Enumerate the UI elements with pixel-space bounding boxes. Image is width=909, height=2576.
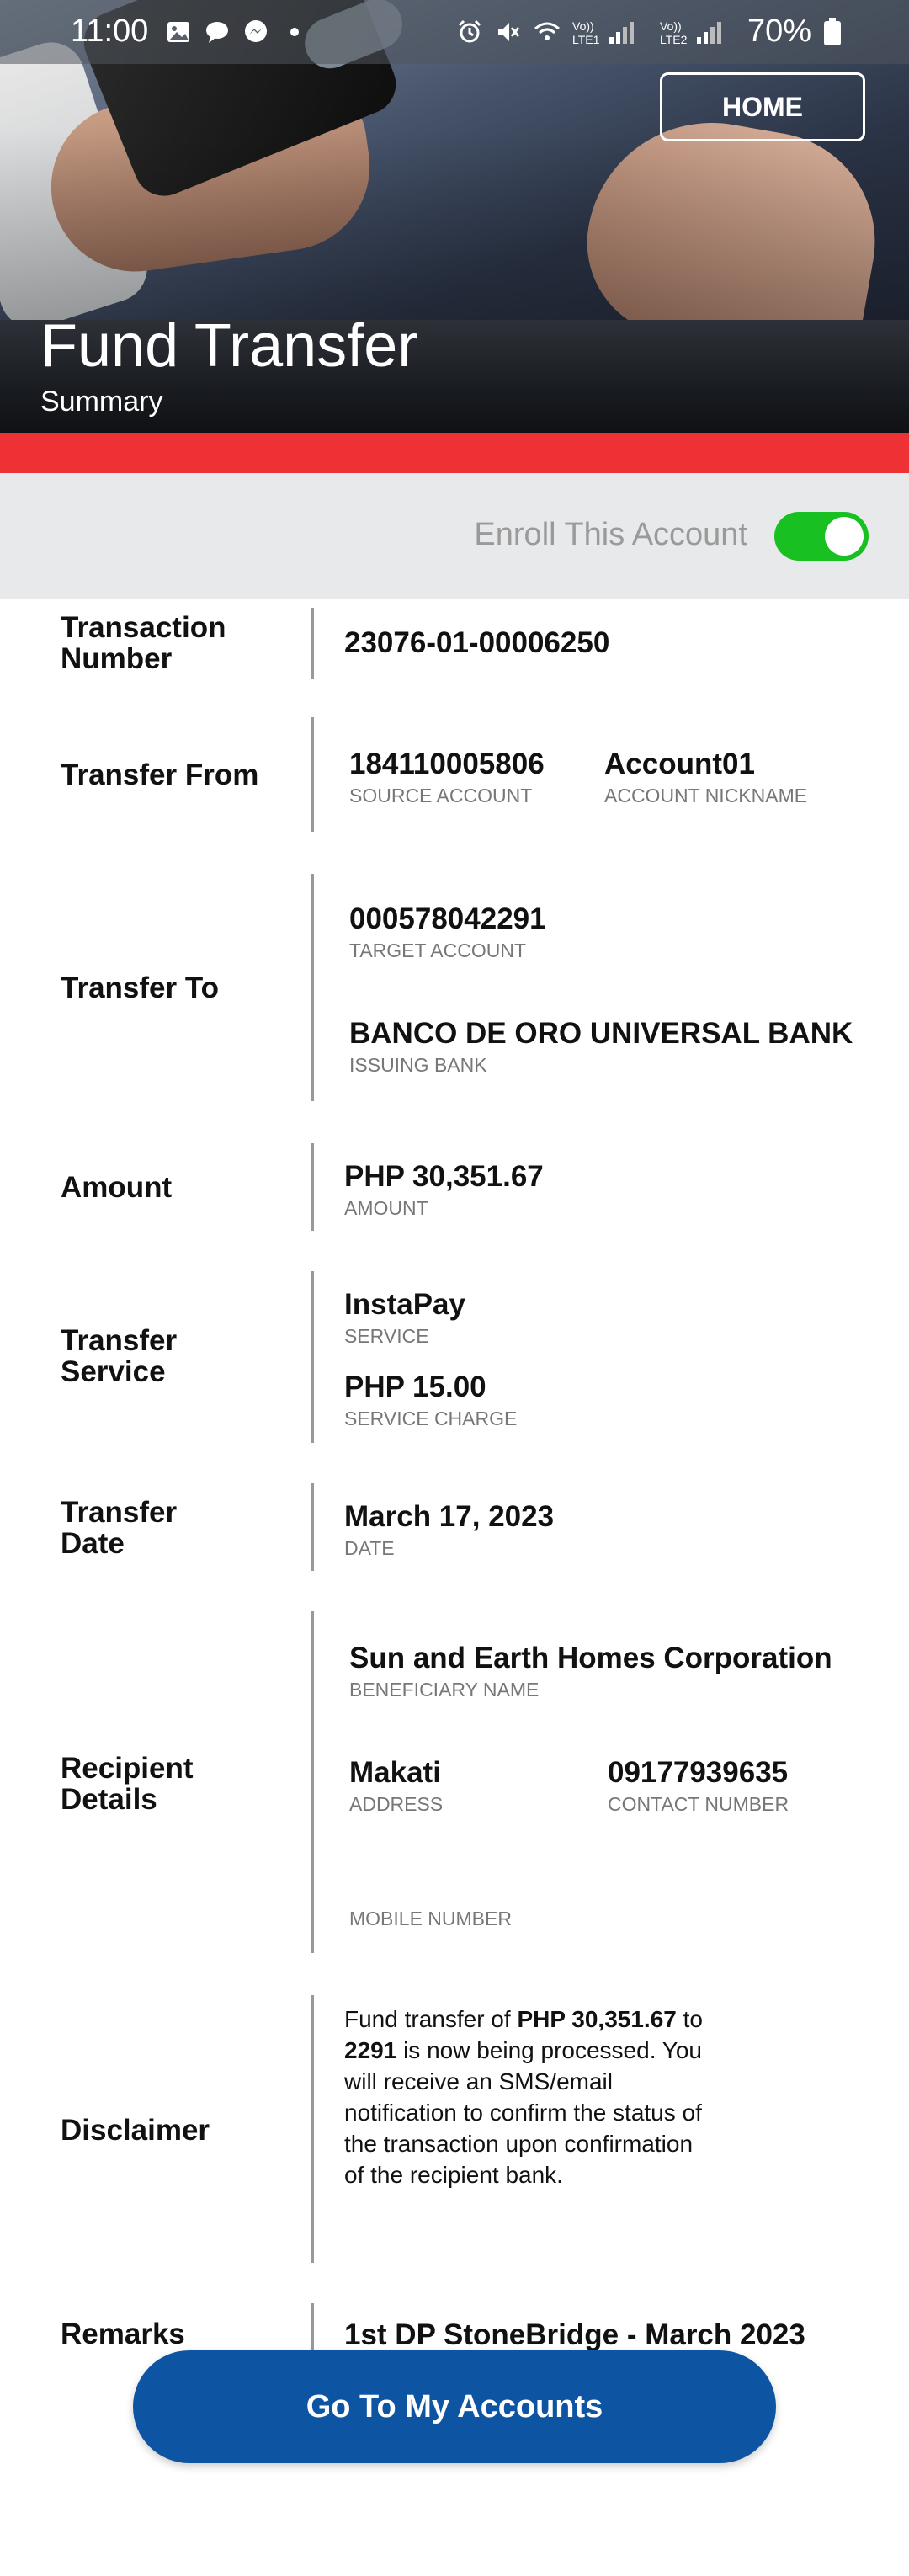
divider: [311, 1143, 314, 1231]
service-charge-caption: SERVICE CHARGE: [344, 1408, 518, 1429]
status-time: 11:00: [71, 13, 149, 49]
account-nickname-value: Account01: [604, 748, 755, 780]
recipient-details-label: Recipient Details: [61, 1752, 194, 1816]
gallery-icon: [167, 22, 189, 42]
amount-value: PHP 30,351.67: [344, 1160, 544, 1193]
svg-text:LTE1: LTE1: [572, 33, 600, 45]
signal-lte2-icon: Vo))LTE2: [660, 19, 721, 45]
svg-text:Vo)): Vo)): [572, 19, 594, 33]
divider: [311, 608, 314, 679]
disclaimer-text: Fund transfer of PHP 30,351.67 to 2291 i…: [344, 2004, 715, 2190]
chat-icon: [206, 22, 228, 43]
transfer-service-label: Transfer Service: [61, 1324, 178, 1388]
service-value: InstaPay: [344, 1288, 465, 1321]
contact-number-value: 09177939635: [608, 1756, 789, 1789]
alarm-icon: [458, 19, 481, 42]
transfer-date-value: March 17, 2023: [344, 1500, 555, 1533]
target-account-value: 000578042291: [349, 902, 546, 935]
divider: [311, 1611, 314, 1953]
beneficiary-name-value: Sun and Earth Homes Corporation: [349, 1642, 832, 1674]
divider: [311, 1995, 314, 2263]
amount-caption: AMOUNT: [344, 1197, 428, 1219]
transfer-date-caption: DATE: [344, 1537, 395, 1559]
transaction-number-label: Transaction Number: [61, 611, 226, 675]
accent-bar: [0, 433, 909, 473]
disclaimer-suffix: is now being processed. You will receive…: [344, 2037, 702, 2188]
battery-icon: [824, 17, 841, 45]
disclaimer-prefix: Fund transfer of: [344, 2006, 518, 2032]
mute-icon: [497, 22, 520, 41]
source-account-value: 184110005806: [349, 748, 545, 780]
page-subtitle: Summary: [40, 386, 163, 418]
divider: [311, 2303, 314, 2354]
issuing-bank-value: BANCO DE ORO UNIVERSAL BANK: [349, 1017, 853, 1050]
go-to-my-accounts-button[interactable]: Go To My Accounts: [133, 2350, 776, 2463]
disclaimer-amount: PHP 30,351.67: [517, 2006, 677, 2032]
signal-lte1-icon: Vo))LTE1: [572, 19, 634, 45]
transfer-to-label: Transfer To: [61, 971, 220, 1004]
account-nickname-caption: ACCOUNT NICKNAME: [604, 785, 808, 806]
battery-percent: 70%: [747, 13, 811, 49]
enroll-label: Enroll This Account: [474, 517, 747, 552]
target-account-caption: TARGET ACCOUNT: [349, 939, 526, 961]
beneficiary-name-caption: BENEFICIARY NAME: [349, 1679, 540, 1700]
transfer-from-label: Transfer From: [61, 758, 259, 791]
service-charge-value: PHP 15.00: [344, 1370, 486, 1403]
svg-text:LTE2: LTE2: [660, 33, 688, 45]
wifi-icon: [534, 22, 560, 40]
disclaimer-label: Disclaimer: [61, 2114, 210, 2147]
transaction-number-value: 23076-01-00006250: [344, 626, 610, 659]
disclaimer-target: 2291: [344, 2037, 397, 2063]
service-caption: SERVICE: [344, 1325, 429, 1347]
status-right: Vo)) LTE1 Vo)) LTE2 70%: [456, 13, 842, 50]
page-title: Fund Transfer: [40, 312, 418, 380]
enroll-toggle[interactable]: [774, 512, 869, 561]
issuing-bank-caption: ISSUING BANK: [349, 1054, 487, 1076]
address-value: Makati: [349, 1756, 441, 1789]
dot-icon: [290, 28, 299, 36]
source-account-caption: SOURCE ACCOUNT: [349, 785, 533, 806]
transfer-date-label: Transfer Date: [61, 1496, 178, 1560]
divider: [311, 874, 314, 1101]
messenger-icon: [245, 20, 267, 42]
toggle-knob: [825, 517, 864, 556]
divider: [311, 1271, 314, 1443]
status-bar: 11:00 Vo)) LTE1 Vo)) LTE2 70%: [0, 0, 909, 64]
divider: [311, 717, 314, 832]
remarks-label: Remarks: [61, 2318, 185, 2350]
amount-label: Amount: [61, 1171, 173, 1204]
home-button[interactable]: HOME: [660, 72, 865, 141]
notification-icons: [165, 19, 308, 45]
remarks-value: 1st DP StoneBridge - March 2023: [344, 2318, 805, 2351]
address-caption: ADDRESS: [349, 1793, 444, 1815]
mobile-number-caption: MOBILE NUMBER: [349, 1908, 512, 1929]
divider: [311, 1483, 314, 1571]
contact-number-caption: CONTACT NUMBER: [608, 1793, 789, 1815]
disclaimer-mid: to: [676, 2006, 703, 2032]
enroll-section: Enroll This Account: [0, 473, 909, 599]
svg-text:Vo)): Vo)): [660, 19, 682, 33]
